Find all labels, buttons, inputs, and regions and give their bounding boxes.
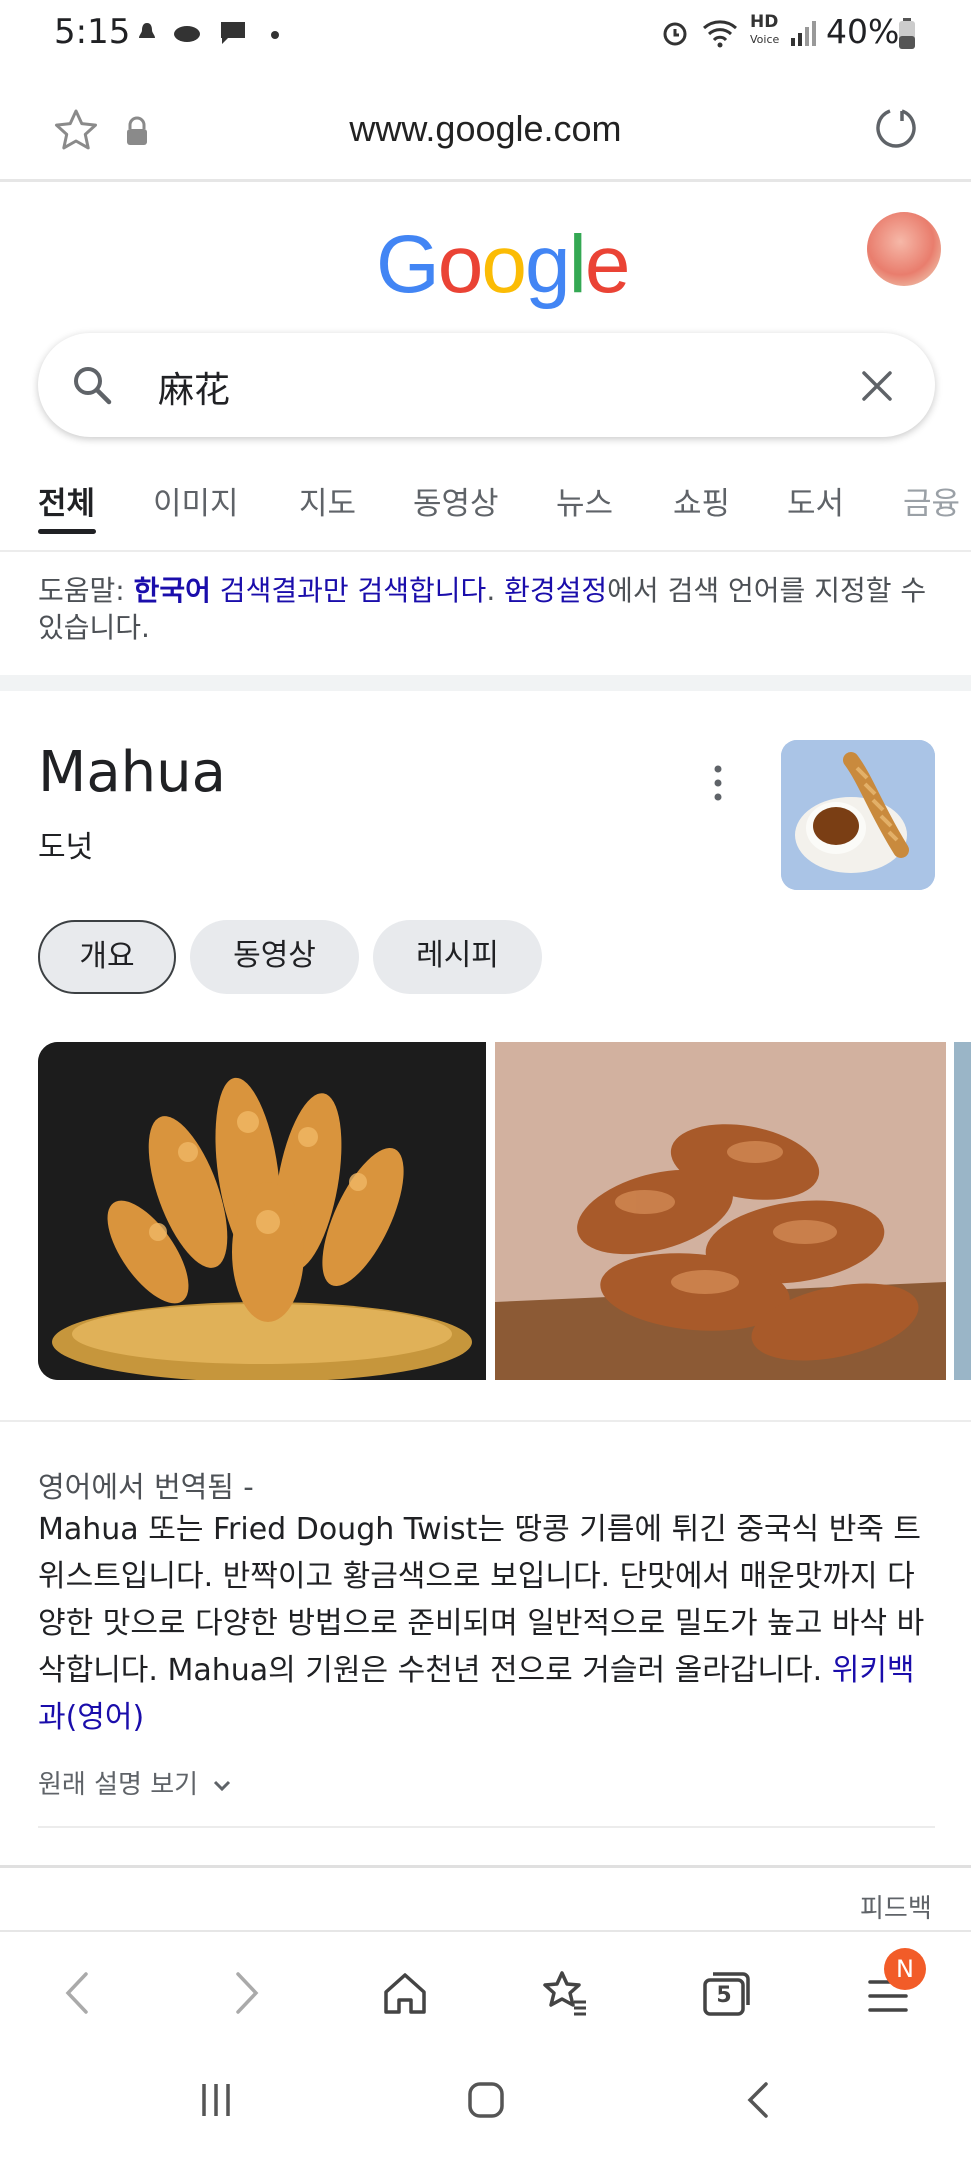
back-icon[interactable] (58, 1968, 98, 2018)
logo-letter: G (376, 219, 440, 310)
tab-shopping[interactable]: 쇼핑 (673, 478, 730, 523)
more-options-icon[interactable] (706, 762, 730, 804)
tab-finance[interactable]: 금융 (903, 478, 971, 523)
translated-label: 영어에서 번역됨 - (38, 1470, 254, 1504)
battery-icon (899, 18, 915, 49)
notification-icon-1 (139, 23, 155, 38)
tab-active-indicator (38, 529, 96, 534)
divider (0, 1420, 971, 1422)
logo-letter: l (568, 219, 587, 310)
search-box[interactable]: 麻花 (38, 333, 935, 437)
kp-subtitle: 도넛 (38, 830, 94, 865)
status-bar: 5:15 HD Voice 40% (0, 0, 971, 70)
divider (38, 1826, 935, 1828)
home-button-icon[interactable] (466, 2080, 506, 2120)
show-original-label: 원래 설명 보기 (38, 1770, 199, 1800)
home-icon[interactable] (380, 1968, 430, 2018)
notice-prefix: 도움말: (38, 574, 134, 607)
logo-letter: o (437, 219, 484, 310)
notice-dot: . (486, 574, 505, 607)
tab-news[interactable]: 뉴스 (556, 478, 613, 523)
kp-title: Mahua (38, 740, 226, 805)
search-tabs: 전체 이미지 지도 동영상 뉴스 쇼핑 도서 금융 (0, 460, 971, 550)
tab-videos[interactable]: 동영상 (413, 478, 499, 523)
battery-percent: 40% (826, 12, 900, 51)
description-text: Mahua 또는 Fried Dough Twist는 땅콩 기름에 튀긴 중국… (38, 1512, 925, 1688)
chip-recipes[interactable]: 레시피 (373, 920, 542, 994)
feedback-link[interactable]: 피드백 (860, 1888, 932, 1925)
message-icon (221, 22, 245, 44)
korean-only-link[interactable]: 검색결과만 검색합니다 (211, 574, 487, 607)
wifi-icon (703, 20, 737, 48)
reload-icon[interactable] (872, 104, 920, 152)
system-nav-bar (0, 2046, 971, 2157)
tabs-button[interactable]: 5 (700, 1970, 752, 2018)
notification-icon-2 (174, 26, 200, 42)
kp-thumbnail[interactable] (781, 740, 935, 890)
google-logo[interactable]: Google (376, 218, 631, 312)
avatar[interactable] (867, 212, 941, 286)
tab-books[interactable]: 도서 (787, 478, 844, 523)
show-original-button[interactable]: 원래 설명 보기 (38, 1764, 232, 1801)
mahua-sugar-image (495, 1042, 946, 1380)
address-bar: www.google.com (0, 70, 971, 182)
forward-icon[interactable] (226, 1968, 266, 2018)
logo-letter: g (525, 219, 571, 310)
language-notice: 도움말: 한국어 검색결과만 검색합니다. 환경설정에서 검색 언어를 지정할 … (38, 572, 938, 646)
browser-toolbar: 5 (0, 1930, 971, 2046)
signal-icon (791, 21, 816, 46)
logo-letter: e (584, 219, 631, 310)
search-icon[interactable] (70, 363, 114, 407)
section-separator (0, 675, 971, 691)
tab-maps[interactable]: 지도 (299, 478, 356, 523)
clear-icon[interactable] (860, 369, 894, 403)
tab-count: 5 (716, 1983, 732, 2008)
bookmarks-icon[interactable] (540, 1968, 590, 2018)
search-input[interactable]: 麻花 (158, 361, 230, 413)
image-result-1[interactable] (38, 1042, 486, 1380)
recent-apps-icon[interactable] (196, 2080, 236, 2120)
hd-voice-indicator: HD Voice (750, 12, 780, 47)
korean-only-link-bold[interactable]: 한국어 (134, 574, 211, 607)
tab-images[interactable]: 이미지 (153, 478, 239, 523)
system-back-icon[interactable] (744, 2080, 774, 2120)
more-notifications-dot-icon (271, 31, 279, 39)
divider (0, 550, 971, 552)
alarm-icon (663, 22, 687, 46)
chip-videos[interactable]: 동영상 (190, 920, 359, 994)
tab-all[interactable]: 전체 (38, 478, 95, 523)
logo-letter: o (481, 219, 527, 310)
url-text[interactable]: www.google.com (0, 108, 971, 150)
chevron-down-icon (214, 1780, 231, 1792)
notification-badge: N (884, 1948, 926, 1990)
image-result-3[interactable] (954, 1042, 971, 1380)
divider (0, 1865, 971, 1868)
chip-overview[interactable]: 개요 (38, 920, 176, 994)
status-time: 5:15 (54, 12, 131, 52)
mahua-basket-image (38, 1042, 486, 1380)
kp-description: Mahua 또는 Fried Dough Twist는 땅콩 기름에 튀긴 중국… (38, 1506, 938, 1741)
image-result-2[interactable] (495, 1042, 946, 1380)
settings-link[interactable]: 환경설정 (504, 574, 607, 607)
mahua-tea-image (781, 740, 935, 890)
